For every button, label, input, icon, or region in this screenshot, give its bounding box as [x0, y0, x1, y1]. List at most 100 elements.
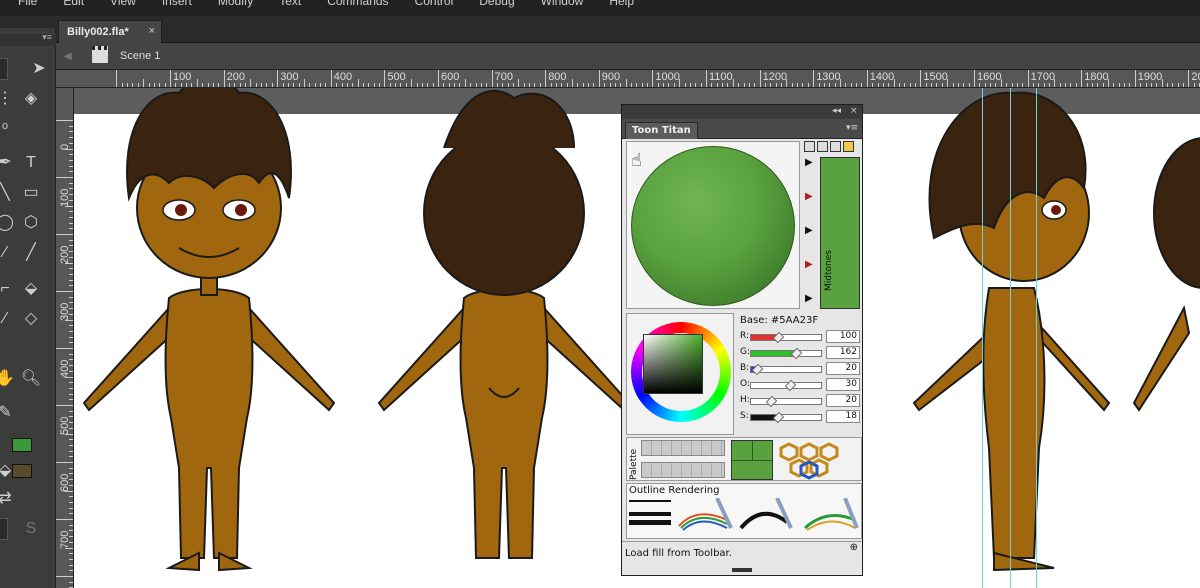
slider-knob[interactable]	[751, 363, 764, 376]
color-wheel-box	[626, 313, 734, 435]
tone-arrow-icon[interactable]: ▶	[805, 191, 813, 202]
palette-swatch-row[interactable]	[641, 462, 725, 478]
stroke-color-icon[interactable]: ✎	[0, 402, 16, 424]
slider-value-field[interactable]: 162	[826, 346, 860, 359]
slider-value-field[interactable]: 100	[826, 330, 860, 343]
slider-value-field[interactable]: 20	[826, 394, 860, 407]
menu-item-file[interactable]: File	[18, 0, 37, 8]
paint-bucket-tool-icon[interactable]: ⬙	[20, 278, 42, 300]
scene-label[interactable]: Scene 1	[120, 50, 160, 62]
slider-knob[interactable]	[765, 395, 778, 408]
text-tool-icon[interactable]: T	[20, 152, 42, 174]
guide-line[interactable]	[1036, 88, 1037, 588]
slider-track[interactable]	[750, 395, 822, 408]
pin-icon[interactable]: ⊕	[850, 542, 858, 553]
base-color-label: Base: #5AA23F	[740, 315, 819, 326]
slider-track[interactable]	[750, 379, 822, 392]
pencil-tool-icon[interactable]: ⁄	[0, 242, 16, 264]
slider-knob[interactable]	[790, 347, 803, 360]
eraser-tool-icon[interactable]: ◇	[20, 308, 42, 330]
slider-track[interactable]	[750, 411, 822, 424]
slider-value-field[interactable]: 20	[826, 362, 860, 375]
polystar-tool-icon[interactable]: ⬡	[20, 212, 42, 234]
3d-rotation-tool-icon[interactable]: ◈	[20, 88, 42, 110]
eyedropper-tool-icon[interactable]: ⁄	[0, 308, 16, 330]
slider-label: B:	[740, 363, 750, 373]
menu-item-help[interactable]: Help	[609, 0, 634, 8]
character-front[interactable]	[82, 88, 336, 572]
back-arrow-icon[interactable]: ◀	[64, 51, 72, 62]
close-panel-icon[interactable]: ×	[850, 106, 858, 116]
guide-line[interactable]	[982, 88, 983, 588]
guide-line[interactable]	[1010, 88, 1011, 588]
menu-item-edit[interactable]: Edit	[63, 0, 84, 8]
menu-item-control[interactable]: Control	[415, 0, 454, 8]
menu-item-commands[interactable]: Commands	[327, 0, 388, 8]
shading-preview[interactable]: ☝	[626, 141, 800, 309]
fill-color-swatch[interactable]	[12, 464, 32, 478]
close-icon[interactable]: ×	[149, 25, 155, 37]
scene-clapper-icon[interactable]	[92, 46, 108, 63]
subselection-tool-icon[interactable]	[0, 58, 8, 80]
camera-icon[interactable]	[817, 141, 828, 152]
slider-track[interactable]	[750, 347, 822, 360]
snap-option-icon[interactable]	[0, 518, 8, 540]
ruler-label: 1500	[923, 71, 948, 83]
tone-arrow-icon[interactable]: ▶	[805, 225, 813, 236]
rectangle-tool-icon[interactable]: ▭	[20, 182, 42, 204]
swap-colors-icon[interactable]: ⇄	[0, 488, 16, 510]
resize-grip[interactable]	[732, 568, 752, 572]
hand-tool-icon[interactable]: ✋	[0, 368, 16, 390]
panel-menu-icon[interactable]: ▾≡	[846, 123, 858, 133]
smooth-option-icon[interactable]: S	[20, 518, 42, 540]
slider-knob[interactable]	[772, 331, 785, 344]
ruler-label: 2000	[1191, 71, 1200, 83]
oval-tool-icon[interactable]: ◯	[0, 212, 16, 234]
lasso-tool-icon[interactable]: ᵒ	[0, 118, 16, 140]
hex-swatch-cluster[interactable]	[777, 440, 863, 480]
menu-item-text[interactable]: Text	[279, 0, 301, 8]
tone-arrow-icon[interactable]: ▶	[805, 259, 813, 270]
panel-title-strip[interactable]: ◂◂ ×	[622, 105, 862, 119]
panel-menu-icon[interactable]: ▾≡	[42, 32, 52, 43]
slider-knob[interactable]	[784, 379, 797, 392]
slider-value-field[interactable]: 18	[826, 410, 860, 423]
collapse-icon[interactable]: ◂◂	[832, 106, 841, 116]
character-back[interactable]	[377, 89, 631, 559]
slider-track[interactable]	[750, 331, 822, 344]
panel-tab-toon-titan[interactable]: Toon Titan	[625, 122, 698, 139]
document-tab[interactable]: Billy002.fla* ×	[58, 20, 162, 43]
palette-green-swatches[interactable]	[731, 440, 773, 480]
shaded-sphere[interactable]	[631, 146, 795, 306]
save-icon[interactable]	[830, 141, 841, 152]
vertical-ruler: 0100200300400500600700800	[56, 88, 74, 588]
menu-item-modify[interactable]: Modify	[218, 0, 253, 8]
menu-item-window[interactable]: Window	[541, 0, 584, 8]
tools-panel-grip[interactable]: ▾≡	[0, 32, 56, 46]
ruler-label: 1000	[655, 71, 680, 83]
free-transform-tool-icon[interactable]: ⋮	[0, 88, 16, 110]
palette-swatch-row[interactable]	[641, 440, 725, 456]
select-icon[interactable]	[804, 141, 815, 152]
line-tool-icon[interactable]: ╲	[0, 182, 16, 204]
slider-knob[interactable]	[772, 411, 785, 424]
tone-arrow-icon[interactable]: ▶	[805, 293, 813, 304]
tone-arrow-icon[interactable]: ▶	[805, 157, 813, 168]
menu-item-insert[interactable]: Insert	[162, 0, 192, 8]
slider-track[interactable]	[750, 363, 822, 376]
slider-value-field[interactable]: 30	[826, 378, 860, 391]
stroke-color-swatch[interactable]	[12, 438, 32, 452]
zoom-tool-icon[interactable]: 🔍︎	[20, 368, 42, 390]
character-partial[interactable]	[1132, 137, 1200, 412]
menu-item-debug[interactable]: Debug	[479, 0, 514, 8]
open-folder-icon[interactable]	[843, 141, 854, 152]
pen-tool-icon[interactable]: ✒	[0, 152, 16, 174]
selection-tool-icon[interactable]: ➤	[28, 58, 50, 80]
saturation-brightness-square[interactable]	[643, 334, 703, 394]
ruler-label: 400	[333, 71, 353, 83]
character-side[interactable]	[912, 91, 1111, 572]
bone-tool-icon[interactable]: ⌐	[0, 278, 16, 300]
menu-item-view[interactable]: View	[110, 0, 136, 8]
brush-tool-icon[interactable]: ╱	[20, 242, 42, 264]
outline-styles[interactable]	[627, 498, 859, 538]
